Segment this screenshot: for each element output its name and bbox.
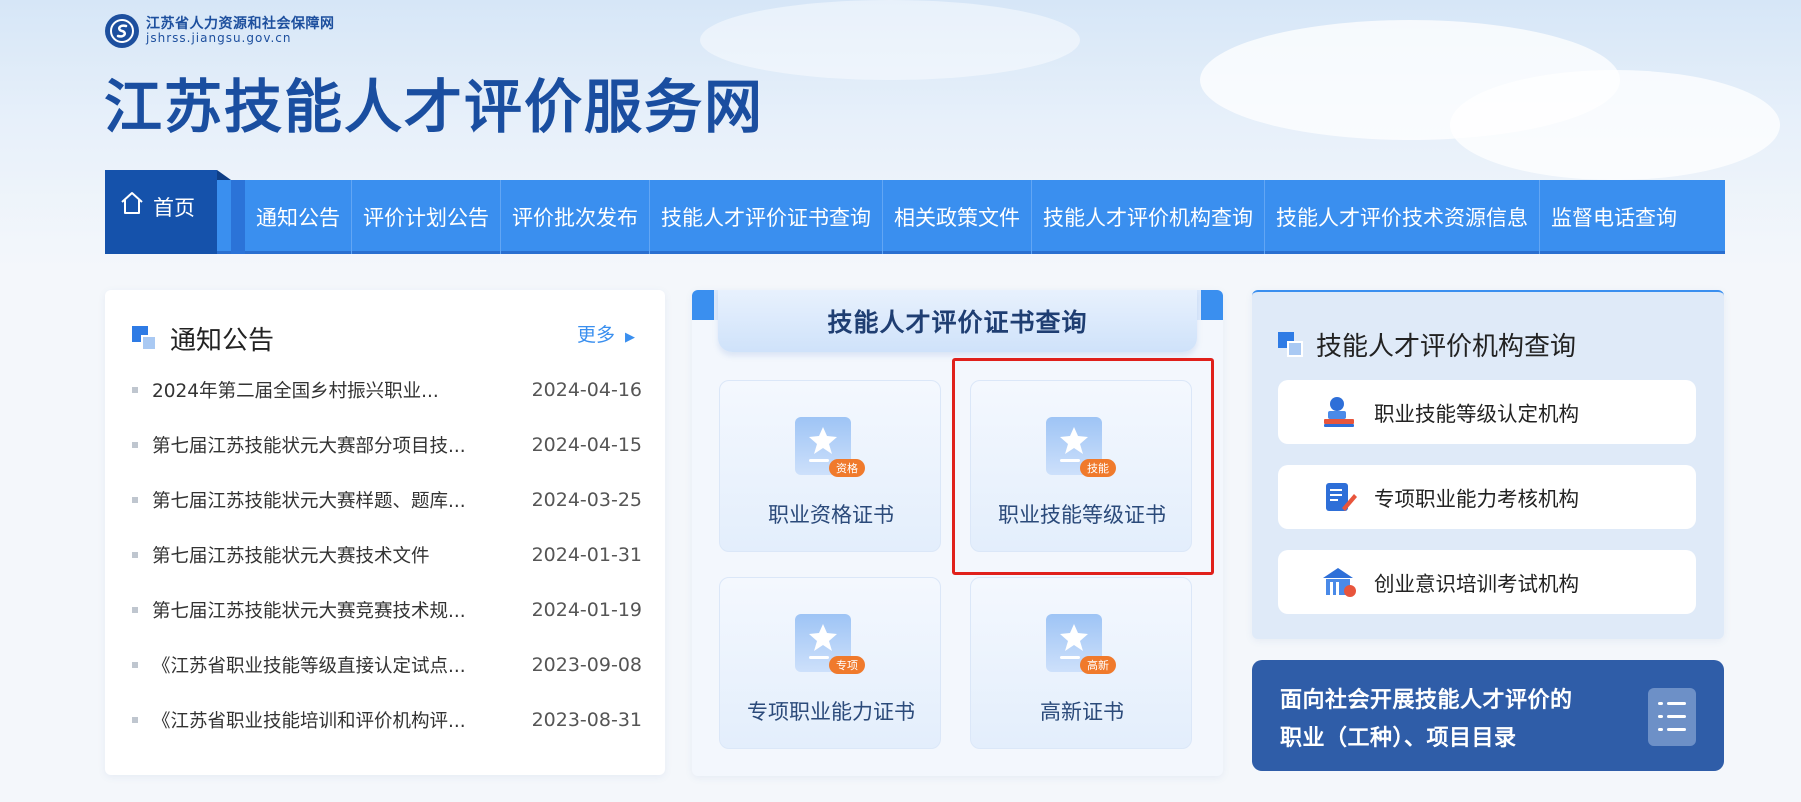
notice-panel-title: 通知公告: [170, 326, 275, 356]
agency-query-title: 技能人才评价机构查询: [1316, 332, 1577, 362]
site-title: 江苏技能人才评价服务网: [104, 73, 765, 141]
ministry-domain: jshrss.jiangsu.gov.cn: [146, 31, 292, 46]
nav-item-evaluation-batch[interactable]: 评价批次发布: [501, 180, 650, 254]
certification-agency-icon: [1324, 397, 1354, 427]
agency-special-ability-assessment[interactable]: 专项职业能力考核机构: [1278, 465, 1696, 529]
occupation-catalog-banner[interactable]: 面向社会开展技能人才评价的 职业（工种）、项目目录: [1252, 660, 1724, 771]
nav-home[interactable]: 首页: [105, 170, 217, 254]
certificate-query-title: 技能人才评价证书查询: [827, 308, 1088, 337]
notice-more-link[interactable]: 更多 ▶: [577, 320, 635, 347]
nav-home-fold: [217, 170, 231, 180]
agency-item-label: 职业技能等级认定机构: [1374, 402, 1579, 426]
notice-item-date: 2024-04-15: [531, 433, 642, 456]
agency-query-panel: 技能人才评价机构查询 职业技能等级认定机构 专项职业能力考核机构 创业意识培训考…: [1252, 290, 1724, 639]
certificate-star-icon: 资格: [795, 417, 865, 477]
tile-badge: 资格: [829, 459, 865, 477]
tile-label: 高新证书: [1040, 700, 1124, 724]
more-label: 更多: [576, 324, 615, 346]
highlight-box: [952, 358, 1214, 575]
notice-item-date: 2023-09-08: [531, 653, 642, 676]
bullet-icon: [132, 551, 138, 558]
tile-high-tech-certificate[interactable]: 高新 高新证书: [970, 577, 1192, 749]
tile-qualification-certificate[interactable]: 资格 职业资格证书: [719, 380, 941, 552]
agency-skill-level-certification[interactable]: 职业技能等级认定机构: [1278, 380, 1696, 444]
training-institution-icon: [1323, 568, 1356, 597]
agency-item-label: 创业意识培训考试机构: [1374, 572, 1579, 596]
nav-item-policy-files[interactable]: 相关政策文件: [883, 180, 1032, 254]
banner-line-2: 职业（工种）、项目目录: [1280, 726, 1517, 751]
certificate-star-icon: 专项: [795, 614, 865, 674]
bullet-icon: [132, 716, 138, 723]
notice-item[interactable]: 第七届江苏技能状元大赛样题、题库... 2024-03-25: [132, 472, 642, 527]
ministry-name: 江苏省人力资源和社会保障网: [146, 16, 335, 33]
tile-label: 职业资格证书: [768, 503, 894, 527]
nav-item-supervision-phone[interactable]: 监督电话查询: [1540, 180, 1688, 254]
notice-item-title: 第七届江苏技能状元大赛样题、题库...: [152, 490, 466, 512]
bullet-icon: [132, 606, 138, 613]
tile-special-ability-certificate[interactable]: 专项 专项职业能力证书: [719, 577, 941, 749]
nav-item-technical-resources[interactable]: 技能人才评价技术资源信息: [1265, 180, 1540, 254]
notice-item-title: 《江苏省职业技能培训和评价机构评...: [152, 710, 466, 732]
notice-item-date: 2024-04-16: [531, 378, 642, 401]
bullet-icon: [132, 661, 138, 668]
nav-item-agency-query[interactable]: 技能人才评价机构查询: [1032, 180, 1265, 254]
notice-item[interactable]: 第七届江苏技能状元大赛竞赛技术规... 2024-01-19: [132, 582, 642, 637]
notice-item-title: 第七届江苏技能状元大赛部分项目技...: [152, 435, 466, 457]
tile-badge: 专项: [829, 656, 865, 674]
notice-item[interactable]: 《江苏省职业技能培训和评价机构评... 2023-08-31: [132, 692, 642, 747]
notice-item[interactable]: 第七届江苏技能状元大赛技术文件 2024-01-31: [132, 527, 642, 582]
notice-item[interactable]: 第七届江苏技能状元大赛部分项目技... 2024-04-15: [132, 417, 642, 472]
notice-item-title: 《江苏省职业技能等级直接认定试点...: [152, 655, 466, 677]
notice-item-date: 2023-08-31: [531, 708, 642, 731]
cert-corner-right: [1201, 290, 1223, 320]
notice-item-date: 2024-01-31: [531, 543, 642, 566]
ministry-logo[interactable]: 江苏省人力资源和社会保障网 jshrss.jiangsu.gov.cn: [105, 14, 335, 48]
notice-list: 2024年第二届全国乡村振兴职业... 2024-04-16 第七届江苏技能状元…: [132, 362, 642, 747]
notice-item-date: 2024-01-19: [531, 598, 642, 621]
section-squares-icon: [132, 325, 158, 352]
list-document-icon: [1648, 688, 1696, 746]
notice-panel: 通知公告 更多 ▶ 2024年第二届全国乡村振兴职业... 2024-04-16…: [105, 290, 665, 775]
bullet-icon: [132, 496, 138, 503]
banner-line-1: 面向社会开展技能人才评价的: [1280, 688, 1573, 713]
agency-item-label: 专项职业能力考核机构: [1374, 487, 1579, 511]
notice-item-title: 第七届江苏技能状元大赛技术文件: [152, 545, 430, 567]
home-icon: [121, 192, 143, 214]
section-squares-icon: [1278, 331, 1304, 358]
cert-corner-left: [692, 290, 714, 320]
nav-items: 通知公告 评价计划公告 评价批次发布 技能人才评价证书查询 相关政策文件 技能人…: [245, 180, 1688, 254]
assessment-document-icon: [1326, 483, 1357, 511]
nav-home-label: 首页: [153, 196, 195, 220]
notice-item-title: 第七届江苏技能状元大赛竞赛技术规...: [152, 600, 466, 622]
nav-home-side: [231, 180, 245, 254]
notice-item-title: 2024年第二届全国乡村振兴职业...: [152, 380, 439, 402]
notice-item[interactable]: 《江苏省职业技能等级直接认定试点... 2023-09-08: [132, 637, 642, 692]
bullet-icon: [132, 386, 138, 393]
bullet-icon: [132, 441, 138, 448]
nav-item-certificate-query[interactable]: 技能人才评价证书查询: [650, 180, 883, 254]
nav-item-evaluation-plan[interactable]: 评价计划公告: [352, 180, 501, 254]
tile-badge: 高新: [1080, 656, 1116, 674]
nav-item-notices[interactable]: 通知公告: [245, 180, 352, 254]
certificate-query-header: 技能人才评价证书查询: [718, 290, 1197, 352]
tile-label: 专项职业能力证书: [747, 700, 915, 724]
agency-entrepreneurship-training[interactable]: 创业意识培训考试机构: [1278, 550, 1696, 614]
triangle-right-icon: ▶: [625, 330, 635, 345]
notice-item-date: 2024-03-25: [531, 488, 642, 511]
ministry-logo-icon: [105, 14, 139, 48]
certificate-star-icon: 高新: [1046, 614, 1116, 674]
notice-item[interactable]: 2024年第二届全国乡村振兴职业... 2024-04-16: [132, 362, 642, 417]
